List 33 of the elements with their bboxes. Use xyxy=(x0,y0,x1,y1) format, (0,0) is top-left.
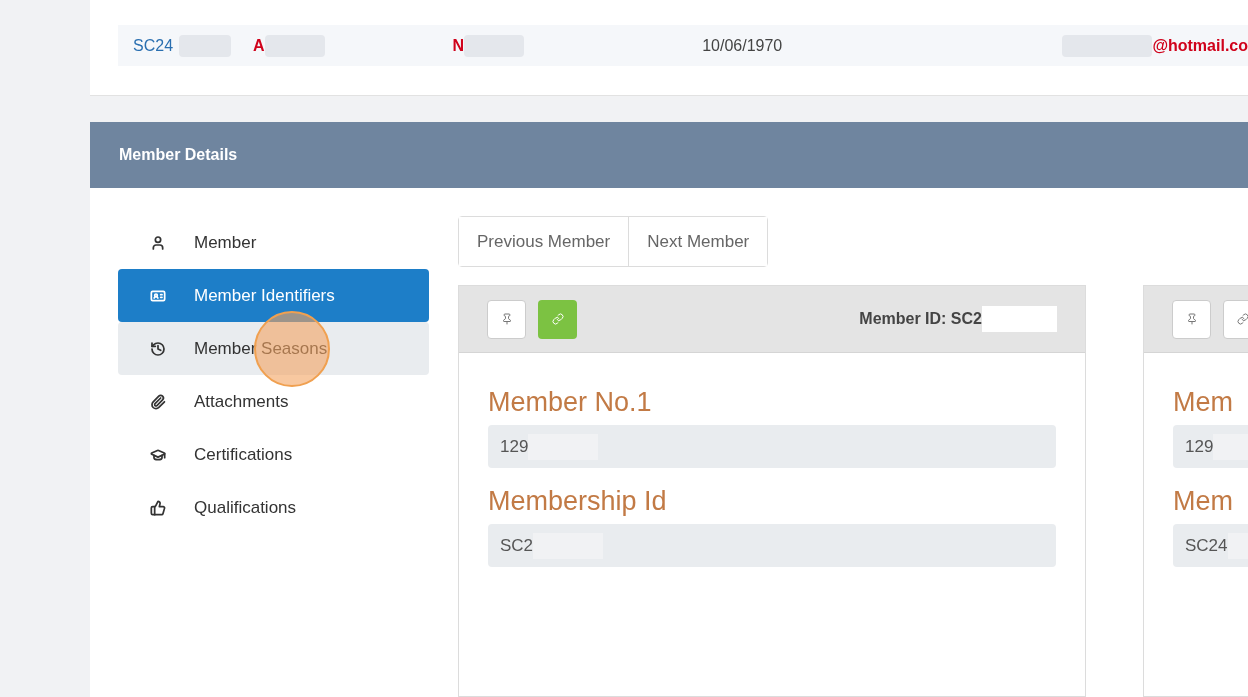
history-icon xyxy=(150,340,166,357)
sidebar-item[interactable]: Attachments xyxy=(118,375,429,428)
sidebar-item[interactable]: Member xyxy=(118,216,429,269)
link-icon xyxy=(1236,313,1248,325)
member-link[interactable]: SC24 xyxy=(133,33,174,58)
field-value[interactable]: 129 xyxy=(488,425,1056,468)
field-label: Mem xyxy=(1173,386,1234,419)
link-icon xyxy=(551,313,564,325)
person-icon xyxy=(150,234,166,251)
table-cell-text: A xyxy=(253,35,265,56)
panel-title: Member Details xyxy=(119,145,238,165)
table-cell-text: N xyxy=(452,35,465,56)
field-label: Membership Id xyxy=(488,485,668,518)
link-button[interactable] xyxy=(538,299,577,339)
field-label: Member No.1 xyxy=(488,386,653,419)
pin-icon xyxy=(500,313,513,325)
table-cell-text: @hotmail.co xyxy=(1152,35,1248,56)
next-member-button[interactable]: Next Member xyxy=(628,217,768,266)
sidebar-item[interactable]: Certifications xyxy=(118,428,429,481)
field-value[interactable]: SC2 xyxy=(488,524,1056,567)
paperclip-icon xyxy=(150,393,166,410)
member-id-label: Member ID: SC2 xyxy=(859,309,982,329)
pin-icon xyxy=(1185,313,1198,325)
field-value[interactable]: 129 xyxy=(1173,425,1248,468)
field-label: Mem xyxy=(1173,485,1234,518)
thumbs-up-icon xyxy=(150,499,166,516)
pin-button[interactable] xyxy=(487,299,526,339)
sidebar-item[interactable]: Qualifications xyxy=(118,481,429,534)
sidebar-item[interactable]: Member Identifiers xyxy=(118,269,429,322)
field-value[interactable]: SC24 xyxy=(1173,524,1248,567)
table-cell-text: 10/06/1970 xyxy=(702,35,783,56)
pin-button[interactable] xyxy=(1172,299,1211,339)
id-card-icon xyxy=(150,287,166,304)
